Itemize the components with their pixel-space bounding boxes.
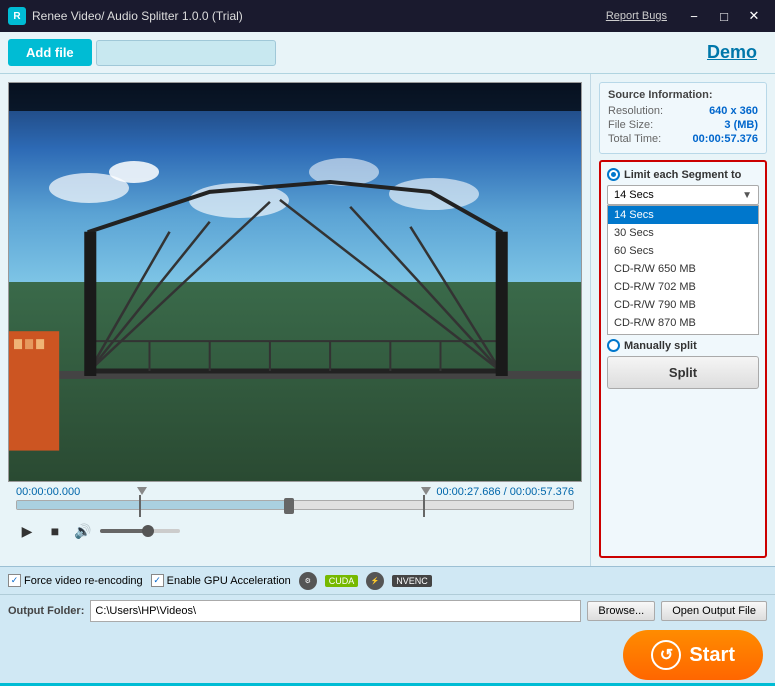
totaltime-row: Total Time: 00:00:57.376 (608, 133, 758, 145)
split-options-section: Limit each Segment to 14 Secs ▼ 14 Secs … (599, 160, 767, 558)
dropdown-arrow-icon: ▼ (742, 190, 752, 201)
limit-segment-label: Limit each Segment to (624, 169, 741, 181)
resolution-label: Resolution: (608, 105, 663, 117)
time-display-row: 00:00:00.000 00:00:27.686 / 00:00:57.376 (8, 482, 582, 500)
dropdown-item-1[interactable]: 30 Secs (608, 224, 758, 242)
output-label: Output Folder: (8, 605, 84, 617)
source-info-title: Source Information: (608, 89, 758, 101)
filesize-label: File Size: (608, 119, 653, 131)
browse-button[interactable]: Browse... (587, 601, 655, 621)
start-row: ↺ Start (0, 627, 775, 683)
gpu-accel-item[interactable]: ✓ Enable GPU Acceleration (151, 574, 291, 587)
checkbox-check-icon: ✓ (11, 575, 19, 586)
minimize-button[interactable]: − (681, 6, 707, 26)
dropdown-selected-label: 14 Secs (614, 189, 654, 201)
timeline-track[interactable] (16, 500, 574, 510)
segment-dropdown-container[interactable]: 14 Secs ▼ 14 Secs 30 Secs 60 Secs CD-R/W… (607, 185, 759, 335)
timeline-thumb[interactable] (284, 498, 294, 514)
app-icon: R (8, 7, 26, 25)
volume-button[interactable]: 🔊 (72, 520, 94, 542)
start-label: Start (689, 644, 735, 667)
limit-segment-option[interactable]: Limit each Segment to (607, 168, 759, 181)
app-title: Renee Video/ Audio Splitter 1.0.0 (Trial… (32, 9, 243, 23)
controls-row: ▶ ■ 🔊 (8, 514, 582, 548)
filesize-row: File Size: 3 (MB) (608, 119, 758, 131)
start-button[interactable]: ↺ Start (623, 630, 763, 680)
add-file-button[interactable]: Add file (8, 39, 92, 66)
timeline-progress (17, 501, 289, 509)
totaltime-value: 00:00:57.376 (693, 133, 758, 145)
dropdown-item-0[interactable]: 14 Secs (608, 206, 758, 224)
title-bar-left: R Renee Video/ Audio Splitter 1.0.0 (Tri… (8, 7, 243, 25)
maximize-button[interactable]: □ (711, 6, 737, 26)
split-time: 00:00:27.686 / 00:00:57.376 (436, 486, 574, 498)
video-area: 00:00:00.000 00:00:27.686 / 00:00:57.376… (0, 74, 590, 566)
nvenc-badge: NVENC (392, 575, 432, 587)
gpu-badge-icon: ⚙ (299, 572, 317, 590)
dropdown-selected[interactable]: 14 Secs ▼ (607, 185, 759, 205)
totaltime-label: Total Time: (608, 133, 661, 145)
start-icon: ↺ (651, 640, 681, 670)
video-top-bar (9, 83, 581, 111)
current-time: 00:00:00.000 (16, 486, 80, 498)
gpu-checkbox-check-icon: ✓ (153, 575, 161, 586)
source-info-section: Source Information: Resolution: 640 x 36… (599, 82, 767, 154)
output-row: Output Folder: Browse... Open Output Fil… (0, 595, 775, 627)
dropdown-item-3[interactable]: CD-R/W 650 MB (608, 260, 758, 278)
resolution-row: Resolution: 640 x 360 (608, 105, 758, 117)
timeline-marker-right[interactable] (423, 495, 433, 517)
main-content: 00:00:00.000 00:00:27.686 / 00:00:57.376… (0, 74, 775, 566)
dropdown-item-7[interactable]: DVD±/R/W 4.7 GB (608, 332, 758, 335)
timeline-marker-left[interactable] (139, 495, 149, 517)
dropdown-item-2[interactable]: 60 Secs (608, 242, 758, 260)
bridge-svg (9, 172, 581, 451)
demo-label: Demo (707, 42, 767, 63)
cuda-badge: CUDA (325, 575, 359, 587)
marker-arrow-left (137, 487, 147, 495)
volume-thumb (142, 525, 154, 537)
right-panel: Source Information: Resolution: 640 x 36… (590, 74, 775, 566)
volume-slider[interactable] (100, 529, 180, 533)
close-button[interactable]: ✕ (741, 6, 767, 26)
dropdown-item-5[interactable]: CD-R/W 790 MB (608, 296, 758, 314)
video-player (8, 82, 582, 482)
filesize-value: 3 (MB) (724, 119, 758, 131)
gpu-accel-label: Enable GPU Acceleration (167, 575, 291, 587)
dropdown-list[interactable]: 14 Secs 30 Secs 60 Secs CD-R/W 650 MB CD… (607, 205, 759, 335)
radio-dot-selected (611, 172, 616, 177)
report-bugs-link[interactable]: Report Bugs (606, 10, 667, 22)
bottom-top-row: ✓ Force video re-encoding ✓ Enable GPU A… (0, 567, 775, 595)
force-reencode-item[interactable]: ✓ Force video re-encoding (8, 574, 143, 587)
limit-segment-radio[interactable] (607, 168, 620, 181)
split-button[interactable]: Split (607, 356, 759, 389)
bottom-section: ✓ Force video re-encoding ✓ Enable GPU A… (0, 566, 775, 683)
manually-split-radio[interactable] (607, 339, 620, 352)
resolution-value: 640 x 360 (709, 105, 758, 117)
open-output-button[interactable]: Open Output File (661, 601, 767, 621)
file-input[interactable] (96, 40, 276, 66)
manually-split-option[interactable]: Manually split (607, 339, 759, 352)
dropdown-item-4[interactable]: CD-R/W 702 MB (608, 278, 758, 296)
gpu-accel-checkbox[interactable]: ✓ (151, 574, 164, 587)
force-reencode-checkbox[interactable]: ✓ (8, 574, 21, 587)
stop-button[interactable]: ■ (44, 520, 66, 542)
title-bar: R Renee Video/ Audio Splitter 1.0.0 (Tri… (0, 0, 775, 32)
toolbar: Add file Demo (0, 32, 775, 74)
dropdown-item-6[interactable]: CD-R/W 870 MB (608, 314, 758, 332)
manually-split-label: Manually split (624, 340, 697, 352)
output-path-input[interactable] (90, 600, 581, 622)
play-button[interactable]: ▶ (16, 520, 38, 542)
title-bar-right: Report Bugs − □ ✕ (606, 6, 767, 26)
force-reencode-label: Force video re-encoding (24, 575, 143, 587)
timeline-container[interactable] (8, 500, 582, 514)
marker-arrow-right (421, 487, 431, 495)
nvenc-badge-icon: ⚡ (366, 572, 384, 590)
